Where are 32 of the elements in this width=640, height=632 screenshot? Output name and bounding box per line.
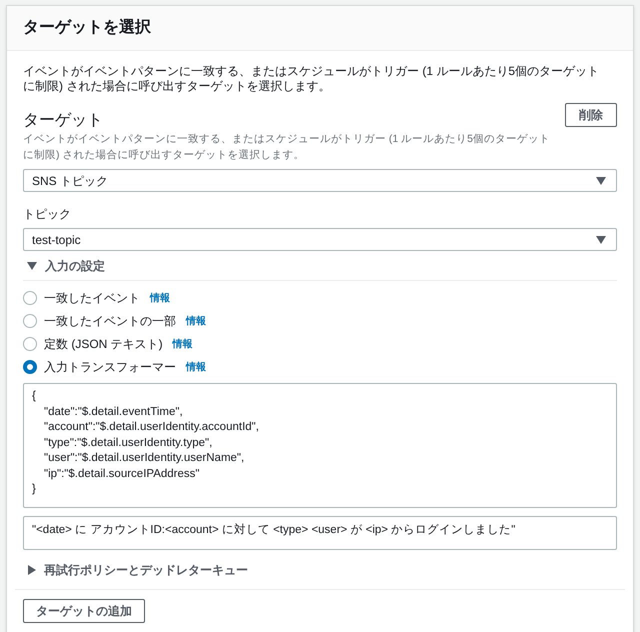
info-link[interactable]: 情報 <box>172 336 193 352</box>
radio-option[interactable]: 入力トランスフォーマー <box>23 358 176 376</box>
radio-option[interactable]: 一致したイベント <box>23 289 140 307</box>
target-type-select[interactable]: SNS トピック <box>23 169 617 192</box>
retry-policy-toggle[interactable]: 再試行ポリシーとデッドレターキュー <box>23 561 248 579</box>
add-target-button[interactable]: ターゲットの追加 <box>23 599 145 623</box>
template-field[interactable]: "<date> に アカウントID:<account> に対して <type> <user> が <ip> からログインしました" <box>23 516 617 550</box>
input-settings-toggle[interactable]: 入力の設定 <box>23 257 105 275</box>
topic-label: トピック <box>23 207 72 222</box>
caret-icon <box>596 176 606 184</box>
info-link[interactable]: 情報 <box>150 290 170 306</box>
code-line: "ip":"$.detail.sourceIPAddress" <box>44 466 200 482</box>
panel-title: ターゲットを選択 <box>23 18 151 38</box>
caret-icon <box>27 262 37 270</box>
caret-icon <box>596 236 606 244</box>
target-description: イベントがイベントパターンに一致する、またはスケジュールがトリガー (1 ルールあたり5個のターゲットに制限) された場合に呼び出すターゲットを選択します。 <box>23 132 552 163</box>
radio-option[interactable]: 一致したイベントの一部 <box>23 312 176 330</box>
code-line: "user":"$.detail.userIdentity.userName", <box>44 451 244 466</box>
radio-option[interactable]: 定数 (JSON テキスト) <box>23 335 163 353</box>
code-line: "date":"$.detail.eventTime", <box>44 404 183 420</box>
info-link[interactable]: 情報 <box>186 360 206 374</box>
caret-icon <box>28 565 36 575</box>
code-line: { <box>32 389 36 404</box>
input-path-field[interactable]: { "date":"$.detail.eventTime", "account":"$.detail.userIdentity.accountId", "type":"$.detail.userIdentity.type", "user":"$.detail.userIdentity.userName", "ip":"$.detail.sourceIPAddress" } <box>23 383 617 508</box>
info-link[interactable]: 情報 <box>186 314 206 328</box>
code-line: } <box>32 482 36 497</box>
code-line: "account":"$.detail.userIdentity.accountId", <box>44 420 259 435</box>
remove-button[interactable]: 削除 <box>565 103 617 127</box>
panel-description: イベントがイベントパターンに一致する、またはスケジュールがトリガー (1 ルールあたり5個のターゲットに制限) された場合に呼び出すターゲットを選択します。 <box>23 64 600 94</box>
topic-select[interactable]: test-topic <box>23 228 617 251</box>
code-line: "type":"$.detail.userIdentity.type", <box>44 436 212 450</box>
target-heading: ターゲット <box>23 111 104 131</box>
